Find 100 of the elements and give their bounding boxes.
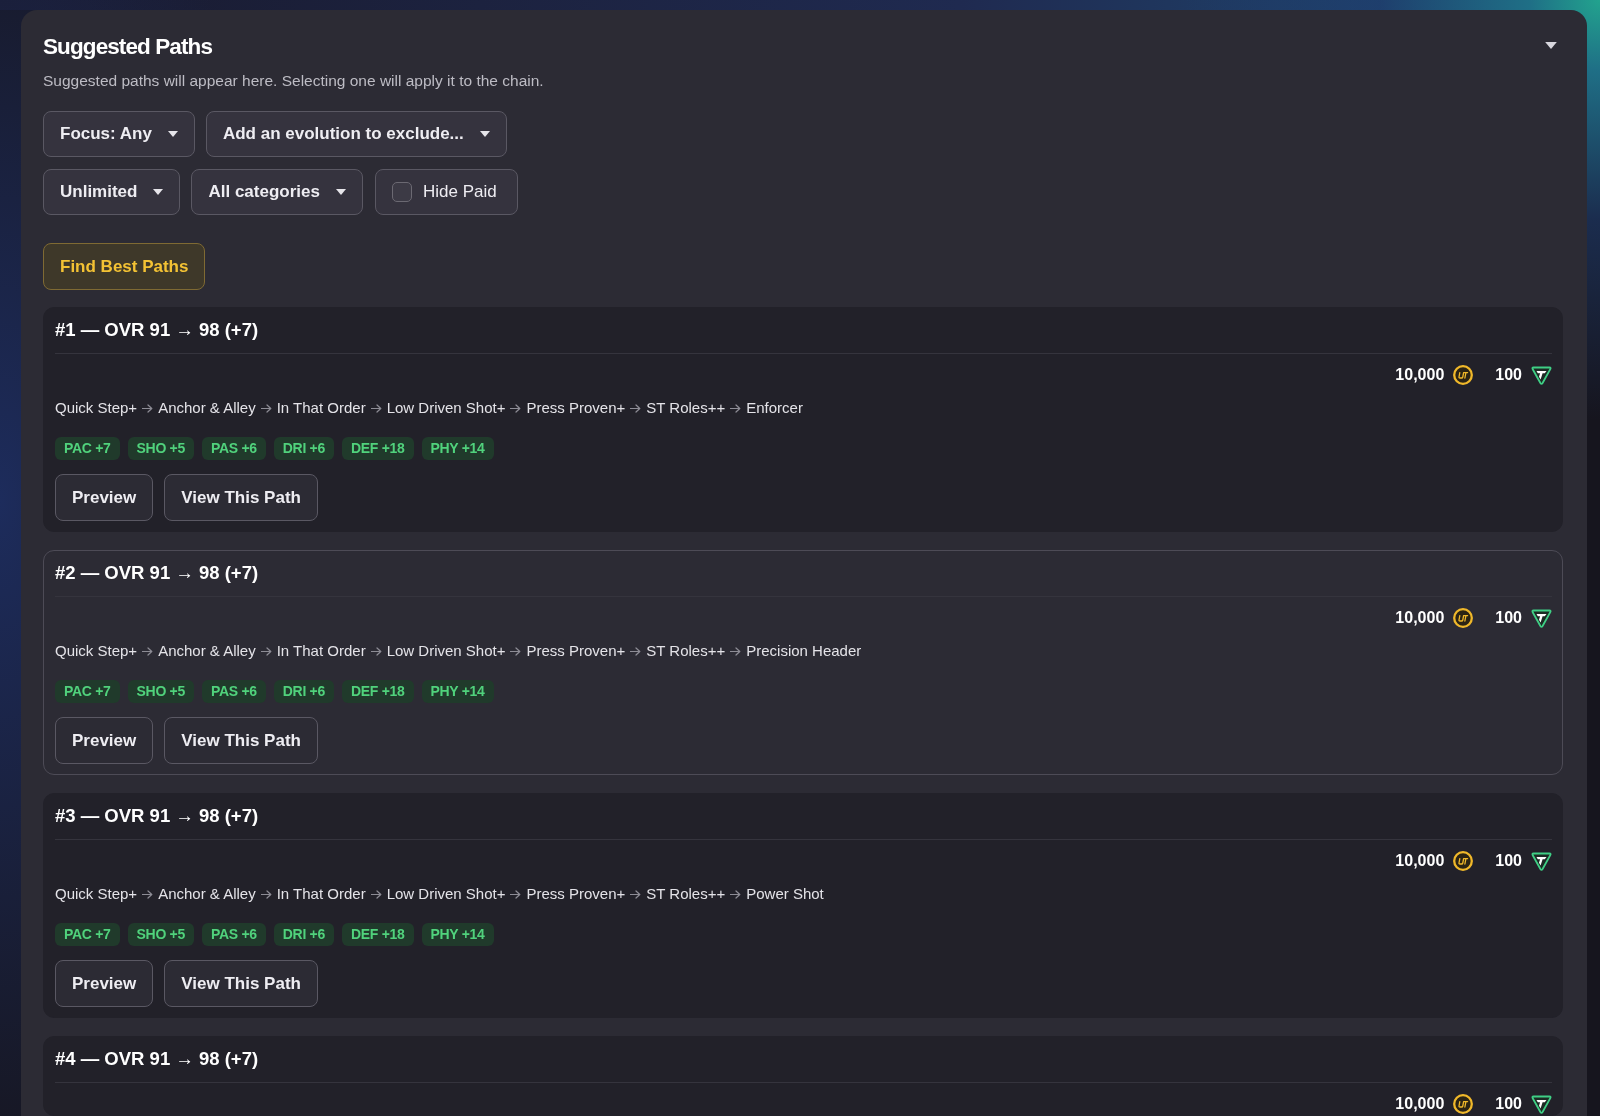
triangle-emblem-icon <box>1531 1094 1552 1114</box>
panel-title: Suggested Paths <box>43 33 213 61</box>
find-best-paths-button[interactable]: Find Best Paths <box>43 243 206 290</box>
path-step: In That Order <box>276 641 366 661</box>
arrow-icon <box>370 646 382 656</box>
stat-chip: PAC +7 <box>55 923 120 946</box>
coin-icon <box>1453 365 1474 385</box>
arrow-icon <box>630 889 642 899</box>
path-step: Anchor & Alley <box>158 884 256 904</box>
path-step: Precision Header <box>746 641 862 661</box>
stat-chip: PAS +6 <box>201 437 266 460</box>
stat-chip: SHO +5 <box>127 680 194 703</box>
caret-icon <box>167 131 178 137</box>
path-title: #4 — OVR 91 → 98 (+7) <box>55 1048 259 1070</box>
path-step: Enforcer <box>746 398 803 418</box>
arrow-icon <box>730 646 742 656</box>
stat-chip: DRI +6 <box>273 680 334 703</box>
arrow-icon <box>260 889 272 899</box>
path-card[interactable]: #2 — OVR 91 → 98 (+7) 10,000 100 Quick Step+ Anchor & Alley In That Order Low Driven Shot+ Press Proven+ ST Roles++ Precision Header PAC +7 SHO +5 PAS +6 DRI +6 DEF +18 PHY +14 Preview View This Path <box>43 550 1563 775</box>
path-step: Press Proven+ <box>526 641 626 661</box>
coin-icon <box>1453 608 1474 628</box>
arrow-icon <box>142 403 154 413</box>
coin-icon <box>1453 1094 1474 1114</box>
stat-chip: PHY +14 <box>421 680 494 703</box>
arrow-icon <box>260 646 272 656</box>
path-step: ST Roles++ <box>646 641 726 661</box>
path-step: ST Roles++ <box>646 884 726 904</box>
arrow-icon <box>142 889 154 899</box>
coin-icon <box>1453 851 1474 871</box>
stat-chip: PHY +14 <box>421 923 494 946</box>
caret-icon <box>335 189 346 195</box>
stat-chip: PAC +7 <box>55 680 120 703</box>
points-cost: 100 <box>1495 366 1522 384</box>
coin-cost: 10,000 <box>1395 609 1445 627</box>
arrow-icon <box>630 403 642 413</box>
arrow-icon <box>510 403 522 413</box>
dropdown-button[interactable]: Focus: Any <box>43 111 195 157</box>
path-step: Anchor & Alley <box>158 641 256 661</box>
preview-button[interactable]: Preview <box>55 474 154 521</box>
stat-chip: SHO +5 <box>127 923 194 946</box>
path-step: Quick Step+ <box>55 884 138 904</box>
stat-chip: PHY +14 <box>421 437 494 460</box>
path-step: Anchor & Alley <box>158 398 256 418</box>
view-path-button[interactable]: View This Path <box>164 960 318 1007</box>
points-cost: 100 <box>1495 852 1522 870</box>
caret-icon[interactable] <box>1545 42 1557 49</box>
preview-button[interactable]: Preview <box>55 960 154 1007</box>
path-step: In That Order <box>276 884 366 904</box>
stat-chip: PAS +6 <box>201 923 266 946</box>
triangle-emblem-icon <box>1531 608 1552 628</box>
caret-icon <box>479 131 490 137</box>
path-step: Low Driven Shot+ <box>386 641 506 661</box>
stat-chip: DEF +18 <box>341 437 414 460</box>
path-step: ST Roles++ <box>646 398 726 418</box>
checkbox[interactable] <box>391 182 412 202</box>
hide-paid-toggle[interactable]: Hide Paid <box>374 169 518 215</box>
coin-cost: 10,000 <box>1395 1095 1445 1113</box>
path-card[interactable]: #3 — OVR 91 → 98 (+7) 10,000 100 Quick Step+ Anchor & Alley In That Order Low Driven Shot+ Press Proven+ ST Roles++ Power Shot PAC +7 SHO +5 PAS +6 DRI +6 DEF +18 PHY +14 Preview View This Path <box>43 793 1563 1018</box>
arrow-icon <box>370 889 382 899</box>
path-title: #1 — OVR 91 → 98 (+7) <box>55 319 259 341</box>
coin-cost: 10,000 <box>1395 852 1445 870</box>
arrow-icon <box>730 403 742 413</box>
arrow-icon <box>260 403 272 413</box>
dropdown-button[interactable]: All categories <box>191 169 363 215</box>
stat-chip: PAS +6 <box>201 680 266 703</box>
points-cost: 100 <box>1495 1095 1522 1113</box>
coin-cost: 10,000 <box>1395 366 1445 384</box>
triangle-emblem-icon <box>1531 365 1552 385</box>
arrow-icon <box>510 646 522 656</box>
view-path-button[interactable]: View This Path <box>164 717 318 764</box>
preview-button[interactable]: Preview <box>55 717 154 764</box>
stat-chip: PAC +7 <box>55 437 120 460</box>
path-title: #3 — OVR 91 → 98 (+7) <box>55 805 259 827</box>
arrow-icon <box>510 889 522 899</box>
path-step: Press Proven+ <box>526 398 626 418</box>
path-card[interactable]: #4 — OVR 91 → 98 (+7) 10,000 100 <box>43 1036 1563 1116</box>
path-step: Low Driven Shot+ <box>386 884 506 904</box>
path-title: #2 — OVR 91 → 98 (+7) <box>55 562 259 584</box>
path-step: Quick Step+ <box>55 398 138 418</box>
path-step: Press Proven+ <box>526 884 626 904</box>
path-step: Quick Step+ <box>55 641 138 661</box>
panel-subtitle: Suggested paths will appear here. Selecting one will apply it to the chain. <box>43 71 544 91</box>
stat-chip: DEF +18 <box>341 680 414 703</box>
stat-chip: DRI +6 <box>273 923 334 946</box>
arrow-icon <box>142 646 154 656</box>
stat-chip: DRI +6 <box>273 437 334 460</box>
view-path-button[interactable]: View This Path <box>164 474 318 521</box>
arrow-icon <box>730 889 742 899</box>
path-step: Low Driven Shot+ <box>386 398 506 418</box>
stat-chip: DEF +18 <box>341 923 414 946</box>
dropdown-button[interactable]: Add an evolution to exclude... <box>205 111 507 157</box>
triangle-emblem-icon <box>1531 851 1552 871</box>
arrow-icon <box>630 646 642 656</box>
path-step: In That Order <box>276 398 366 418</box>
path-step: Power Shot <box>746 884 824 904</box>
caret-icon <box>153 189 164 195</box>
arrow-icon <box>370 403 382 413</box>
dropdown-button[interactable]: Unlimited <box>43 169 181 215</box>
stat-chip: SHO +5 <box>127 437 194 460</box>
path-card[interactable]: #1 — OVR 91 → 98 (+7) 10,000 100 Quick Step+ Anchor & Alley In That Order Low Driven Shot+ Press Proven+ ST Roles++ Enforcer PAC +7 SHO +5 PAS +6 DRI +6 DEF +18 PHY +14 Preview View This Path <box>43 307 1563 532</box>
